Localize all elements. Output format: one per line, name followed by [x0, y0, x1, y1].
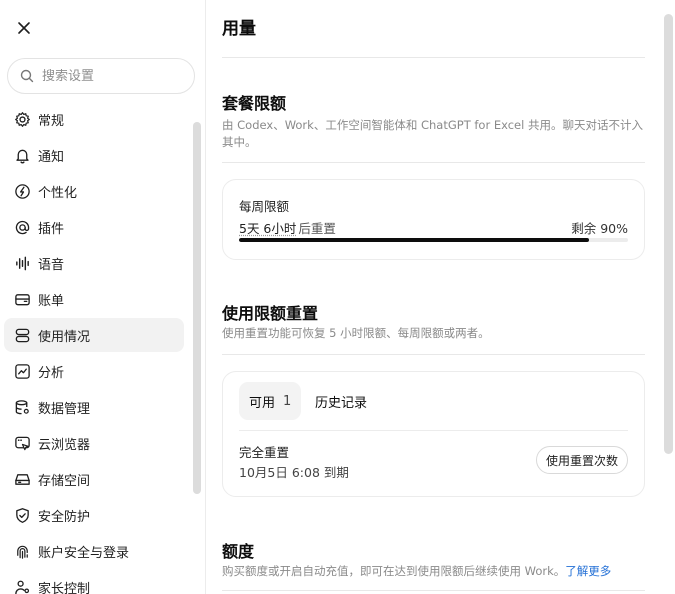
sidebar-item-voice[interactable]: 语音: [4, 246, 184, 280]
reset-section-title: 使用限额重置: [222, 304, 319, 323]
sidebar-item-label: 使用情况: [38, 329, 91, 345]
sidebar-item-data-controls[interactable]: 数据管理: [4, 390, 184, 424]
personalize-icon: [12, 181, 32, 201]
weekly-reset-suffix: 后重置: [298, 221, 336, 236]
credits-title: 额度: [222, 542, 255, 561]
search-input[interactable]: [42, 68, 182, 84]
sidebar-scrollbar[interactable]: [193, 122, 201, 494]
usage-stack-icon: [12, 325, 32, 345]
sidebar-item-label: 账户安全与登录: [38, 545, 130, 561]
reset-item-expiry: 10月5日 6:08 到期: [239, 465, 349, 480]
close-button[interactable]: [12, 16, 36, 40]
plan-limits-title: 套餐限额: [222, 94, 287, 113]
search-icon: [20, 69, 34, 83]
reset-section-description: 使用重置功能可恢复 5 小时限额、每周限额或两者。: [222, 326, 490, 340]
learn-more-link[interactable]: 了解更多: [565, 564, 611, 578]
weekly-remaining: 剩余 90%: [571, 221, 628, 236]
fingerprint-icon: [12, 541, 32, 561]
tab-available-count: 1: [283, 393, 292, 409]
tab-history[interactable]: 历史记录: [315, 382, 367, 420]
database-icon: [12, 397, 32, 417]
sidebar-item-label: 个性化: [38, 185, 78, 201]
sidebar-item-usage[interactable]: 使用情况: [4, 318, 184, 352]
settings-nav: 常规 通知 个性化 插件 语音 账单 使用情况 分析 数据管理 云浏览器 存储空…: [0, 102, 190, 594]
weekly-progress-fill: [239, 238, 590, 242]
sidebar-item-label: 插件: [38, 221, 65, 237]
weekly-reset-time[interactable]: 5天 6小时: [239, 221, 296, 236]
sidebar-item-label: 存储空间: [38, 473, 91, 489]
wallet-icon: [12, 289, 32, 309]
reset-card-divider: [239, 430, 628, 431]
sidebar-item-security[interactable]: 安全防护: [4, 498, 184, 532]
sidebar-item-personalization[interactable]: 个性化: [4, 174, 184, 208]
credits-divider: [222, 590, 645, 591]
sidebar-item-label: 云浏览器: [38, 437, 91, 453]
main-scrollbar[interactable]: [664, 14, 673, 454]
weekly-limit-card: 每周限额 5天 6小时 后重置 剩余 90%: [222, 179, 645, 260]
credits-description-line: 购买额度或开启自动充值，即可在达到使用限额后继续使用 Work。了解更多: [222, 563, 647, 580]
credits-description: 购买额度或开启自动充值，即可在达到使用限额后继续使用 Work。: [222, 564, 566, 578]
sidebar-item-general[interactable]: 常规: [4, 102, 184, 136]
sidebar-item-label: 语音: [38, 257, 65, 273]
settings-sidebar: 常规 通知 个性化 插件 语音 账单 使用情况 分析: [0, 0, 206, 594]
gear-icon: [12, 109, 32, 129]
weekly-progress-bar: [239, 238, 628, 242]
shield-check-icon: [12, 505, 32, 525]
parental-control-icon: [12, 577, 32, 594]
storage-drive-icon: [12, 469, 32, 489]
tab-available-label: 可用: [249, 395, 276, 411]
reset-item-name: 完全重置: [239, 445, 290, 460]
search-box[interactable]: [7, 58, 195, 94]
voice-waveform-icon: [12, 253, 32, 273]
sidebar-item-label: 通知: [38, 149, 65, 165]
plan-divider: [222, 162, 645, 163]
sidebar-item-cloud-browser[interactable]: 云浏览器: [4, 426, 184, 460]
reset-card: 可用 1 历史记录 完全重置 10月5日 6:08 到期 使用重置次数: [222, 371, 645, 497]
sidebar-item-label: 常规: [38, 113, 65, 129]
usage-panel: 用量 套餐限额 由 Codex、Work、工作空间智能体和 ChatGPT fo…: [206, 0, 675, 594]
sidebar-item-analytics[interactable]: 分析: [4, 354, 184, 388]
tab-available[interactable]: 可用 1: [239, 382, 302, 420]
sidebar-item-label: 安全防护: [38, 509, 91, 525]
sidebar-item-label: 账单: [38, 293, 65, 309]
at-sign-icon: [12, 217, 32, 237]
bell-icon: [12, 145, 32, 165]
sidebar-item-label: 分析: [38, 365, 65, 381]
sidebar-item-billing[interactable]: 账单: [4, 282, 184, 316]
weekly-limit-label: 每周限额: [239, 199, 290, 214]
weekly-reset-line: 5天 6小时 后重置: [239, 218, 336, 237]
sidebar-item-account-security[interactable]: 账户安全与登录: [4, 534, 184, 568]
page-title: 用量: [222, 19, 256, 39]
sidebar-item-storage[interactable]: 存储空间: [4, 462, 184, 496]
sidebar-item-label: 家长控制: [38, 581, 91, 594]
sidebar-item-label: 数据管理: [38, 401, 91, 417]
close-icon: [18, 22, 30, 34]
analytics-chart-icon: [12, 361, 32, 381]
sidebar-item-notifications[interactable]: 通知: [4, 138, 184, 172]
plan-limits-description: 由 Codex、Work、工作空间智能体和 ChatGPT for Excel …: [222, 118, 643, 149]
title-divider: [222, 57, 645, 58]
use-reset-button[interactable]: 使用重置次数: [535, 446, 628, 474]
reset-divider: [222, 354, 645, 355]
sidebar-item-plugins[interactable]: 插件: [4, 210, 184, 244]
sidebar-item-parental-controls[interactable]: 家长控制: [4, 570, 184, 594]
cloud-browser-icon: [12, 433, 32, 453]
